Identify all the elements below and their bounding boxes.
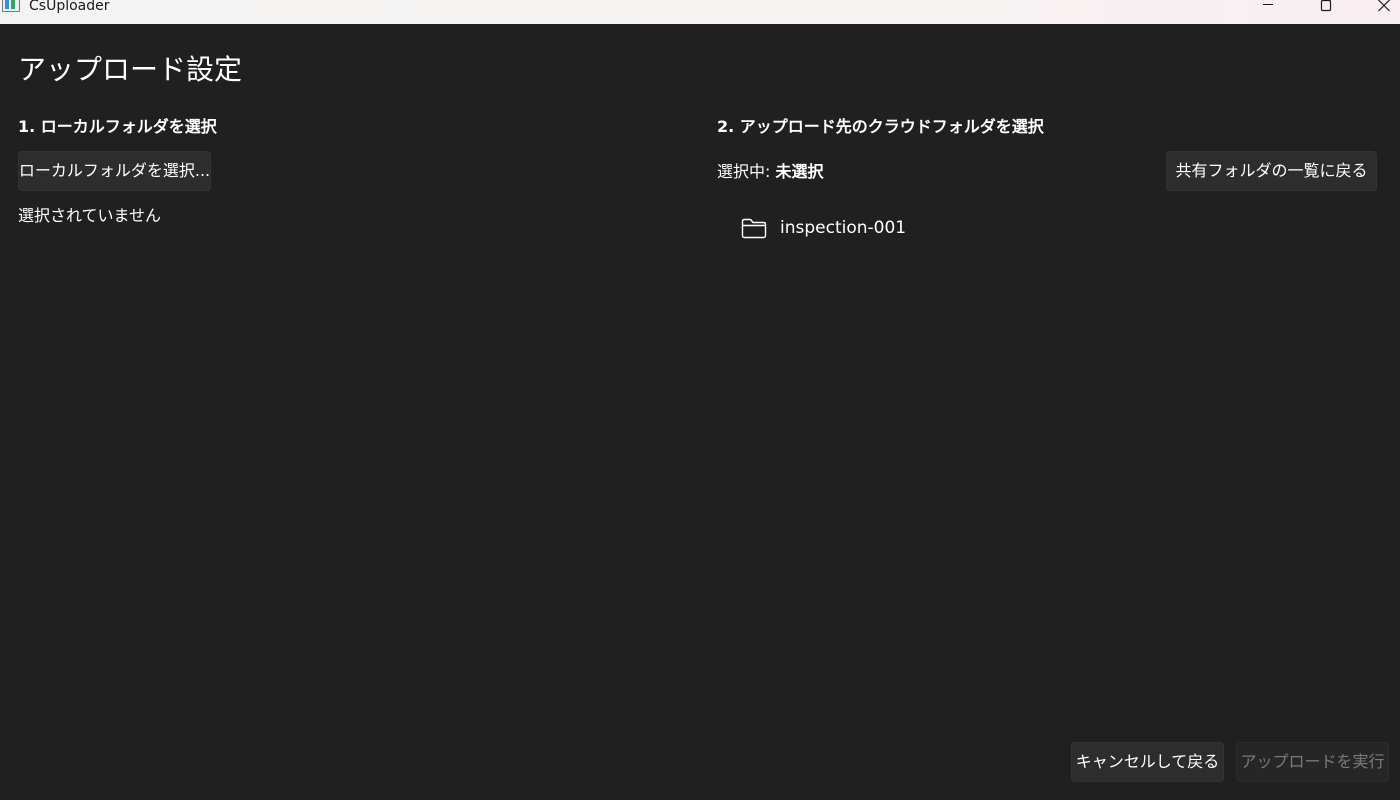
app-window: CsUploader アップロード設定 1. ローカルフォルダを選択 ローカルフ… [0,0,1400,800]
back-to-shared-folders-button[interactable]: 共有フォルダの一覧に戻る [1166,151,1377,191]
selected-label: 選択中: [717,162,776,181]
maximize-icon [1320,0,1332,12]
window-title: CsUploader [29,0,110,14]
page-title: アップロード設定 [18,53,243,86]
local-folder-status: 選択されていません [18,206,162,225]
minimize-button[interactable] [1245,0,1291,24]
cloud-selection-status: 選択中: 未選択 [717,161,824,183]
minimize-icon [1263,4,1273,5]
cloud-folder-item[interactable]: inspection-001 [733,208,918,248]
cancel-button[interactable]: キャンセルして戻る [1071,742,1224,782]
maximize-button[interactable] [1303,0,1349,24]
app-icon [2,0,20,12]
cloud-section-heading: 2. アップロード先のクラウドフォルダを選択 [717,117,1044,136]
folder-name: inspection-001 [780,218,907,238]
title-bar: CsUploader [0,0,1400,24]
selected-value: 未選択 [775,162,824,181]
close-button[interactable] [1361,0,1400,24]
close-icon [1378,0,1390,12]
folder-icon [741,217,767,239]
run-upload-button[interactable]: アップロードを実行 [1236,742,1389,782]
local-section-heading: 1. ローカルフォルダを選択 [18,117,217,136]
select-local-folder-button[interactable]: ローカルフォルダを選択... [18,151,211,191]
